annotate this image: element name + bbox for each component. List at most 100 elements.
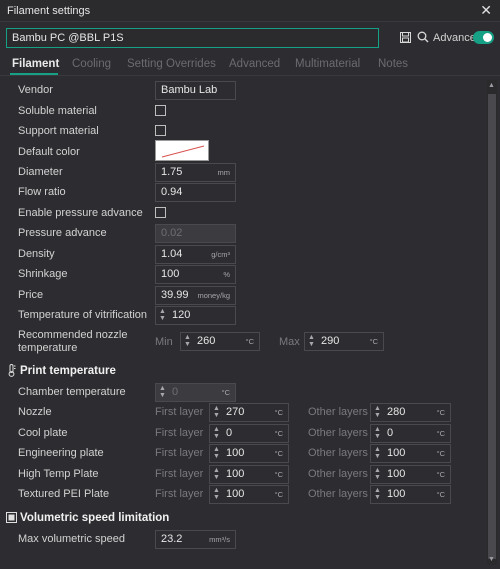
speed-limit-icon — [6, 512, 17, 526]
save-icon[interactable] — [400, 32, 411, 46]
price-field[interactable]: 39.99 money/kg — [155, 286, 236, 305]
tab-divider — [0, 75, 500, 76]
scroll-down-arrow-icon[interactable]: ▼ — [488, 556, 495, 563]
other-layers-label: Other layers — [308, 488, 368, 500]
shrinkage-label: Shrinkage — [18, 268, 68, 280]
volumetric-unit: mm³/s — [209, 535, 230, 544]
diameter-field[interactable]: 1.75 mm — [155, 163, 236, 182]
tab-notes[interactable]: Notes — [378, 58, 408, 70]
temp-row-label: Textured PEI Plate — [18, 488, 110, 500]
vertical-scrollbar[interactable]: ▲ ▼ — [487, 80, 497, 565]
support-label: Support material — [18, 125, 99, 137]
nozzle-min-stepper[interactable]: ▲ ▼ 260 °C — [180, 332, 260, 351]
stepper-arrows-icon[interactable]: ▲ ▼ — [213, 405, 220, 419]
temp-row-label: Nozzle — [18, 406, 52, 418]
stepper-arrows-icon[interactable]: ▲ ▼ — [213, 446, 220, 460]
tab-multimaterial[interactable]: Multimaterial — [295, 58, 360, 70]
first-layer-label: First layer — [155, 406, 204, 418]
nozzle-temp-label-line1: Recommended nozzle — [18, 329, 128, 341]
max-volumetric-speed-field[interactable]: 23.2 mm³/s — [155, 530, 236, 549]
scroll-up-arrow-icon[interactable]: ▲ — [488, 82, 495, 89]
degree-unit: °C — [274, 470, 283, 479]
no-color-slash-icon — [161, 145, 205, 158]
thermometer-icon — [7, 364, 16, 380]
density-unit: g/cm³ — [211, 250, 230, 259]
shrinkage-field[interactable]: 100% — [155, 265, 236, 284]
stepper-arrows-icon[interactable]: ▲ ▼ — [374, 487, 381, 501]
scrollbar-thumb[interactable] — [488, 94, 496, 559]
stepper-arrows-icon[interactable]: ▲ ▼ — [374, 446, 381, 460]
close-icon[interactable]: ✕ — [480, 2, 492, 19]
density-field[interactable]: 1.04 g/cm³ — [155, 245, 236, 264]
max-label: Max — [279, 336, 300, 348]
other-layers-stepper[interactable]: ▲ ▼ 0 °C — [370, 424, 451, 443]
pressure-advance-label: Pressure advance — [18, 227, 107, 239]
first-layer-stepper[interactable]: ▲ ▼ 0 °C — [209, 424, 289, 443]
min-label: Min — [155, 336, 173, 348]
other-layers-stepper[interactable]: ▲ ▼ 280 °C — [370, 403, 451, 422]
first-layer-stepper[interactable]: ▲ ▼ 270 °C — [209, 403, 289, 422]
stepper-arrows-icon[interactable]: ▲ ▼ — [184, 334, 191, 348]
vendor-value: Bambu Lab — [161, 84, 218, 96]
diameter-value: 1.75 — [161, 166, 183, 178]
stepper-arrows-icon[interactable]: ▲ ▼ — [374, 426, 381, 440]
vitrification-label: Temperature of vitrification — [18, 309, 147, 321]
stepper-arrows-icon[interactable]: ▲ ▼ — [213, 467, 220, 481]
enable-pressure-advance-checkbox[interactable] — [155, 207, 166, 218]
stepper-arrows-icon[interactable]: ▲ ▼ — [374, 405, 381, 419]
degree-unit: °C — [245, 337, 254, 346]
degree-unit: °C — [274, 449, 283, 458]
tab-filament[interactable]: Filament — [12, 58, 59, 70]
preset-name-field[interactable]: Bambu PC @BBL P1S — [6, 28, 379, 48]
advanced-toggle[interactable] — [473, 31, 494, 44]
default-color-label: Default color — [18, 146, 80, 158]
tab-advanced[interactable]: Advanced — [229, 58, 280, 70]
temp-row-label: High Temp Plate — [18, 468, 99, 480]
default-color-swatch[interactable] — [155, 140, 209, 161]
first-layer-stepper[interactable]: ▲ ▼ 100 °C — [209, 444, 289, 463]
stepper-arrows-icon[interactable]: ▲ ▼ — [213, 487, 220, 501]
other-layers-stepper[interactable]: ▲ ▼ 100 °C — [370, 444, 451, 463]
stepper-arrows-icon[interactable]: ▲ ▼ — [374, 467, 381, 481]
stepper-arrows-icon: ▲ ▼ — [159, 385, 166, 399]
chamber-temp-stepper: ▲ ▼ 0 °C — [155, 383, 236, 402]
first-layer-stepper[interactable]: ▲ ▼ 100 °C — [209, 465, 289, 484]
flow-ratio-label: Flow ratio — [18, 186, 66, 198]
first-layer-label: First layer — [155, 468, 204, 480]
stepper-arrows-icon[interactable]: ▲ ▼ — [213, 426, 220, 440]
pressure-advance-value: 0.02 — [161, 227, 183, 239]
temp-row-label: Cool plate — [18, 427, 68, 439]
degree-unit: °C — [369, 337, 378, 346]
degree-unit: °C — [221, 388, 230, 397]
volumetric-speed-heading: Volumetric speed limitation — [20, 512, 170, 524]
search-icon[interactable] — [417, 31, 429, 46]
max-volumetric-speed-label: Max volumetric speed — [18, 533, 125, 545]
vitrification-stepper[interactable]: ▲ ▼ 120 — [155, 306, 236, 325]
max-volumetric-speed-value: 23.2 — [161, 533, 183, 545]
tab-setting-overrides[interactable]: Setting Overrides — [127, 58, 216, 70]
chamber-temp-label: Chamber temperature — [18, 386, 126, 398]
pressure-advance-field: 0.02 — [155, 224, 236, 243]
soluble-checkbox[interactable] — [155, 105, 166, 116]
nozzle-max-stepper[interactable]: ▲ ▼ 290 °C — [304, 332, 384, 351]
title-bar: Filament settings ✕ — [0, 0, 500, 22]
density-value: 1.04 — [161, 248, 183, 260]
stepper-arrows-icon[interactable]: ▲ ▼ — [159, 308, 166, 322]
stepper-arrows-icon[interactable]: ▲ ▼ — [308, 334, 315, 348]
degree-unit: °C — [436, 490, 445, 499]
degree-unit: °C — [274, 490, 283, 499]
support-checkbox[interactable] — [155, 125, 166, 136]
other-layers-stepper[interactable]: ▲ ▼ 100 °C — [370, 485, 451, 504]
flow-ratio-field[interactable]: 0.94 — [155, 183, 236, 202]
vendor-field[interactable]: Bambu Lab — [155, 81, 236, 100]
shrinkage-value: 100 — [161, 268, 180, 280]
other-layers-stepper[interactable]: ▲ ▼ 100 °C — [370, 465, 451, 484]
temp-row-label: Engineering plate — [18, 447, 104, 459]
tab-cooling[interactable]: Cooling — [72, 58, 111, 70]
first-layer-stepper[interactable]: ▲ ▼ 100 °C — [209, 485, 289, 504]
diameter-unit: mm — [217, 168, 231, 177]
other-layers-label: Other layers — [308, 406, 368, 418]
window-title: Filament settings — [7, 5, 91, 17]
degree-unit: °C — [436, 449, 445, 458]
first-layer-label: First layer — [155, 447, 204, 459]
